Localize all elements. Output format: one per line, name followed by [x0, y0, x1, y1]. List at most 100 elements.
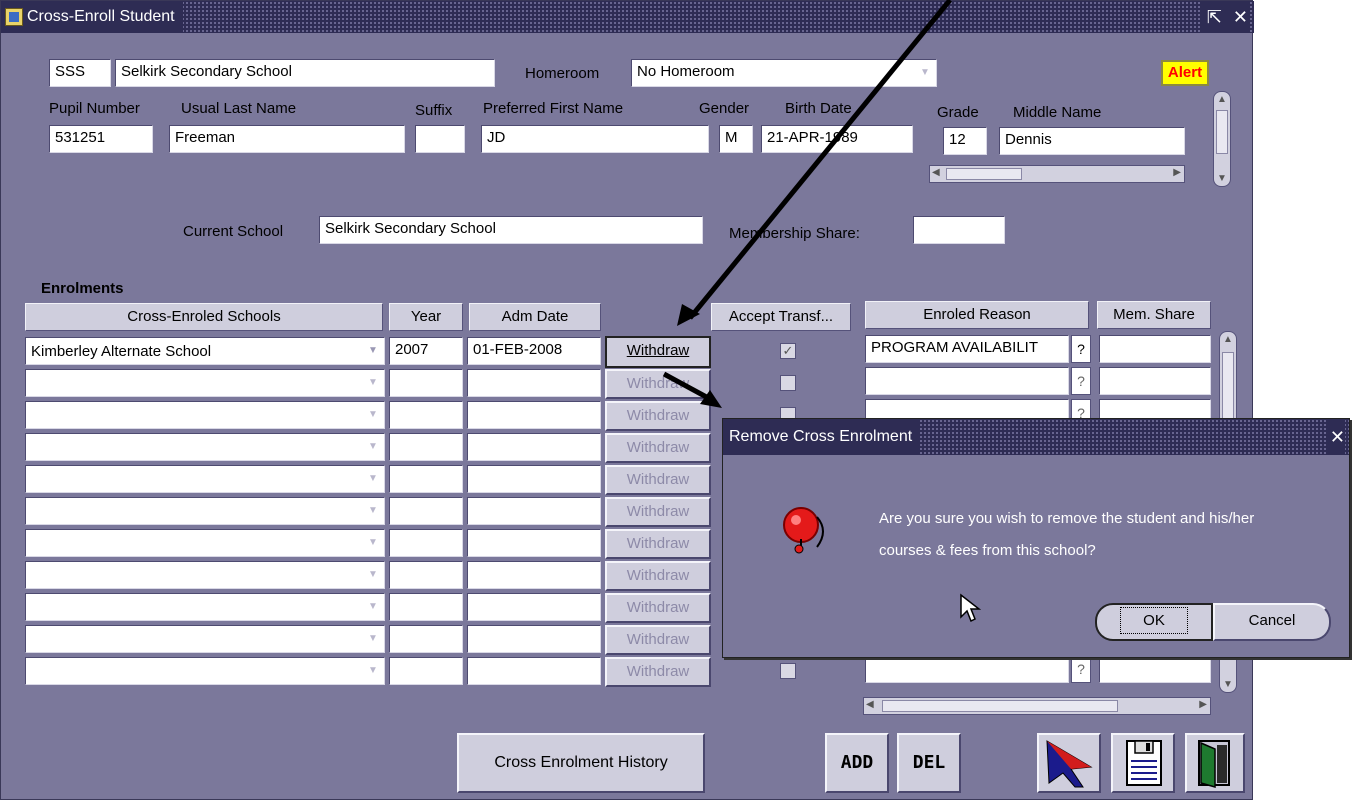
- close-icon[interactable]: ✕: [1233, 7, 1248, 27]
- restore-icon[interactable]: ⇱: [1207, 7, 1222, 27]
- withdraw-button[interactable]: Withdraw: [605, 625, 711, 655]
- chevron-down-icon[interactable]: ▼: [365, 535, 381, 551]
- cancel-button[interactable]: Cancel: [1213, 603, 1331, 641]
- scroll-up-icon[interactable]: ▲: [1223, 334, 1233, 345]
- withdraw-button[interactable]: Withdraw: [605, 433, 711, 463]
- withdraw-button[interactable]: Withdraw: [605, 561, 711, 591]
- withdraw-button[interactable]: Withdraw: [605, 369, 711, 399]
- scroll-thumb[interactable]: [1216, 110, 1228, 154]
- school-name-field[interactable]: Selkirk Secondary School: [115, 59, 495, 87]
- enrolment-school-select[interactable]: ▼: [25, 561, 385, 589]
- reason-lookup-button[interactable]: ?: [1071, 335, 1091, 363]
- chevron-down-icon[interactable]: ▼: [365, 663, 381, 679]
- reason-lookup-button[interactable]: ?: [1071, 655, 1091, 683]
- enrolment-year-field[interactable]: [389, 433, 463, 461]
- student-vscrollbar[interactable]: ▲ ▼: [1213, 91, 1231, 187]
- col-header-mem-share[interactable]: Mem. Share: [1097, 301, 1211, 329]
- enrolment-school-select[interactable]: ▼: [25, 593, 385, 621]
- ok-button[interactable]: OK: [1095, 603, 1213, 641]
- scroll-left-icon[interactable]: ◀: [866, 699, 874, 710]
- add-button[interactable]: ADD: [825, 733, 889, 793]
- withdraw-button[interactable]: Withdraw: [605, 497, 711, 527]
- scroll-thumb[interactable]: [946, 168, 1022, 180]
- middle-name-field[interactable]: Dennis: [999, 127, 1185, 155]
- accept-transfer-checkbox[interactable]: [780, 375, 796, 391]
- enrolment-adm-date-field[interactable]: [467, 369, 601, 397]
- school-code-field[interactable]: SSS: [49, 59, 111, 87]
- chevron-down-icon[interactable]: ▼: [365, 599, 381, 615]
- enrolment-year-field[interactable]: 2007: [389, 337, 463, 365]
- middle-name-hscrollbar[interactable]: ◀ ▶: [929, 165, 1185, 183]
- enrolment-school-select[interactable]: ▼: [25, 497, 385, 525]
- suffix-field[interactable]: [415, 125, 465, 153]
- withdraw-button[interactable]: Withdraw: [605, 593, 711, 623]
- withdraw-button[interactable]: Withdraw: [605, 465, 711, 495]
- pupil-number-field[interactable]: 531251: [49, 125, 153, 153]
- enrolment-share-field[interactable]: [1099, 335, 1211, 363]
- withdraw-button[interactable]: Withdraw: [605, 336, 711, 368]
- enrolment-adm-date-field[interactable]: [467, 465, 601, 493]
- chevron-down-icon[interactable]: ▼: [365, 567, 381, 583]
- membership-share-field[interactable]: [913, 216, 1005, 244]
- reason-hscrollbar[interactable]: ◀ ▶: [863, 697, 1211, 715]
- chevron-down-icon[interactable]: ▼: [917, 65, 933, 81]
- chevron-down-icon[interactable]: ▼: [365, 471, 381, 487]
- col-header-year[interactable]: Year: [389, 303, 463, 331]
- enrolment-year-field[interactable]: [389, 625, 463, 653]
- homeroom-select[interactable]: No Homeroom ▼: [631, 59, 937, 87]
- enrolment-school-select[interactable]: ▼: [25, 465, 385, 493]
- enrolment-adm-date-field[interactable]: 01-FEB-2008: [467, 337, 601, 365]
- chevron-down-icon[interactable]: ▼: [365, 503, 381, 519]
- scroll-right-icon[interactable]: ▶: [1199, 699, 1207, 710]
- enrolment-school-select[interactable]: ▼: [25, 529, 385, 557]
- save-button[interactable]: [1111, 733, 1175, 793]
- withdraw-button[interactable]: Withdraw: [605, 657, 711, 687]
- enrolment-year-field[interactable]: [389, 401, 463, 429]
- enrolment-share-field[interactable]: [1099, 367, 1211, 395]
- first-name-field[interactable]: JD: [481, 125, 709, 153]
- enrolment-adm-date-field[interactable]: [467, 593, 601, 621]
- enrolment-school-select[interactable]: Kimberley Alternate School ▼: [25, 337, 385, 365]
- scroll-down-icon[interactable]: ▼: [1217, 173, 1227, 184]
- accept-transfer-checkbox[interactable]: [780, 663, 796, 679]
- enrolment-year-field[interactable]: [389, 465, 463, 493]
- enrolment-adm-date-field[interactable]: [467, 625, 601, 653]
- close-icon[interactable]: ✕: [1325, 419, 1345, 455]
- enrolment-share-field[interactable]: [1099, 655, 1211, 683]
- enrolment-year-field[interactable]: [389, 529, 463, 557]
- select-button[interactable]: [1037, 733, 1101, 793]
- last-name-field[interactable]: Freeman: [169, 125, 405, 153]
- enrolment-adm-date-field[interactable]: [467, 497, 601, 525]
- accept-transfer-checkbox[interactable]: ✓: [780, 343, 796, 359]
- scroll-right-icon[interactable]: ▶: [1173, 167, 1181, 178]
- grade-field[interactable]: 12: [943, 127, 987, 155]
- enrolment-adm-date-field[interactable]: [467, 657, 601, 685]
- enrolment-year-field[interactable]: [389, 369, 463, 397]
- enrolment-school-select[interactable]: ▼: [25, 625, 385, 653]
- enrolment-reason-field[interactable]: PROGRAM AVAILABILIT: [865, 335, 1069, 363]
- exit-button[interactable]: [1185, 733, 1245, 793]
- enrolment-school-select[interactable]: ▼: [25, 369, 385, 397]
- enrolment-school-select[interactable]: ▼: [25, 401, 385, 429]
- col-header-accept-transfer[interactable]: Accept Transf...: [711, 303, 851, 331]
- col-header-schools[interactable]: Cross-Enroled Schools: [25, 303, 383, 331]
- enrolment-school-select[interactable]: ▼: [25, 657, 385, 685]
- gender-field[interactable]: M: [719, 125, 753, 153]
- scroll-thumb[interactable]: [882, 700, 1118, 712]
- reason-lookup-button[interactable]: ?: [1071, 367, 1091, 395]
- del-button[interactable]: DEL: [897, 733, 961, 793]
- enrolment-adm-date-field[interactable]: [467, 401, 601, 429]
- scroll-up-icon[interactable]: ▲: [1217, 94, 1227, 105]
- chevron-down-icon[interactable]: ▼: [365, 343, 381, 359]
- enrolment-reason-field[interactable]: [865, 655, 1069, 683]
- col-header-enroled-reason[interactable]: Enroled Reason: [865, 301, 1089, 329]
- enrolment-reason-field[interactable]: [865, 367, 1069, 395]
- chevron-down-icon[interactable]: ▼: [365, 375, 381, 391]
- chevron-down-icon[interactable]: ▼: [365, 631, 381, 647]
- enrolment-year-field[interactable]: [389, 497, 463, 525]
- enrolment-adm-date-field[interactable]: [467, 561, 601, 589]
- enrolment-year-field[interactable]: [389, 657, 463, 685]
- enrolment-year-field[interactable]: [389, 561, 463, 589]
- enrolment-year-field[interactable]: [389, 593, 463, 621]
- chevron-down-icon[interactable]: ▼: [365, 439, 381, 455]
